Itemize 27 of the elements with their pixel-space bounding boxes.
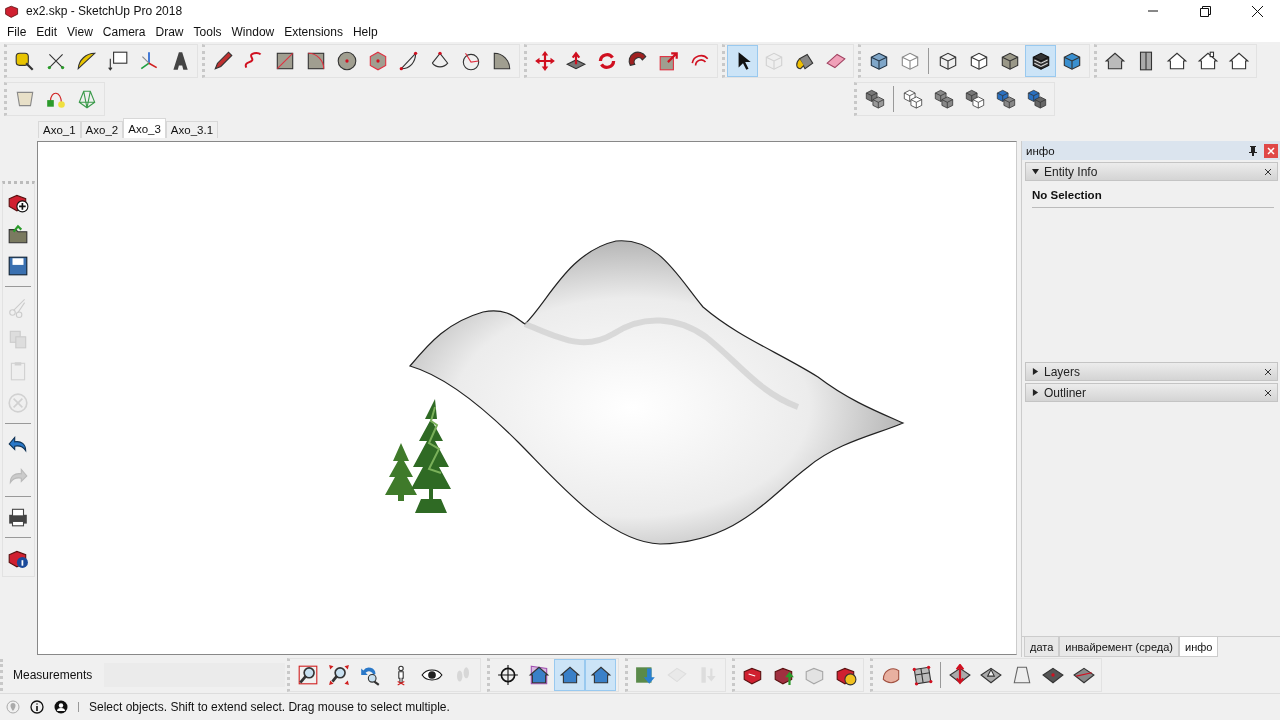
scene-tab[interactable]: Axo_1 bbox=[38, 121, 81, 138]
menu-item[interactable]: Draw bbox=[150, 25, 189, 39]
selection-status: No Selection bbox=[1032, 185, 1274, 208]
status-message: Select objects. Shift to extend select. Drag mouse to select multiple. bbox=[89, 700, 450, 714]
tray-tab[interactable]: инвайремент (среда) bbox=[1059, 637, 1179, 657]
scene-tab[interactable]: Axo_2 bbox=[80, 121, 124, 138]
section-title: Entity Info bbox=[1044, 164, 1099, 179]
tray-tab[interactable]: инфо bbox=[1179, 637, 1219, 657]
menu-item[interactable]: Edit bbox=[31, 25, 63, 39]
tray-title: инфо bbox=[1026, 144, 1056, 157]
menu-item[interactable]: File bbox=[2, 25, 32, 39]
section-title: Outliner bbox=[1044, 385, 1088, 400]
window-title: ex2.skp - SketchUp Pro 2018 bbox=[26, 4, 184, 18]
scene-tab[interactable]: Axo_3 bbox=[123, 118, 166, 138]
panel-section-header[interactable]: Entity Info bbox=[1025, 162, 1278, 181]
menu-item[interactable]: Help bbox=[347, 25, 383, 39]
tray-tab[interactable]: дата bbox=[1024, 637, 1060, 657]
scene-tab[interactable]: Axo_3.1 bbox=[165, 121, 219, 138]
panel-section-header[interactable]: Layers bbox=[1025, 362, 1278, 381]
menu-item[interactable]: Camera bbox=[97, 25, 151, 39]
menu-item[interactable]: Extensions bbox=[279, 25, 348, 39]
menu-item[interactable]: View bbox=[62, 25, 98, 39]
panel-section-header[interactable]: Outliner bbox=[1025, 383, 1278, 402]
menu-item[interactable]: Window bbox=[226, 25, 280, 39]
section-title: Layers bbox=[1044, 364, 1082, 379]
measurements-label: Measurements bbox=[12, 668, 94, 682]
menu-item[interactable]: Tools bbox=[188, 25, 227, 39]
